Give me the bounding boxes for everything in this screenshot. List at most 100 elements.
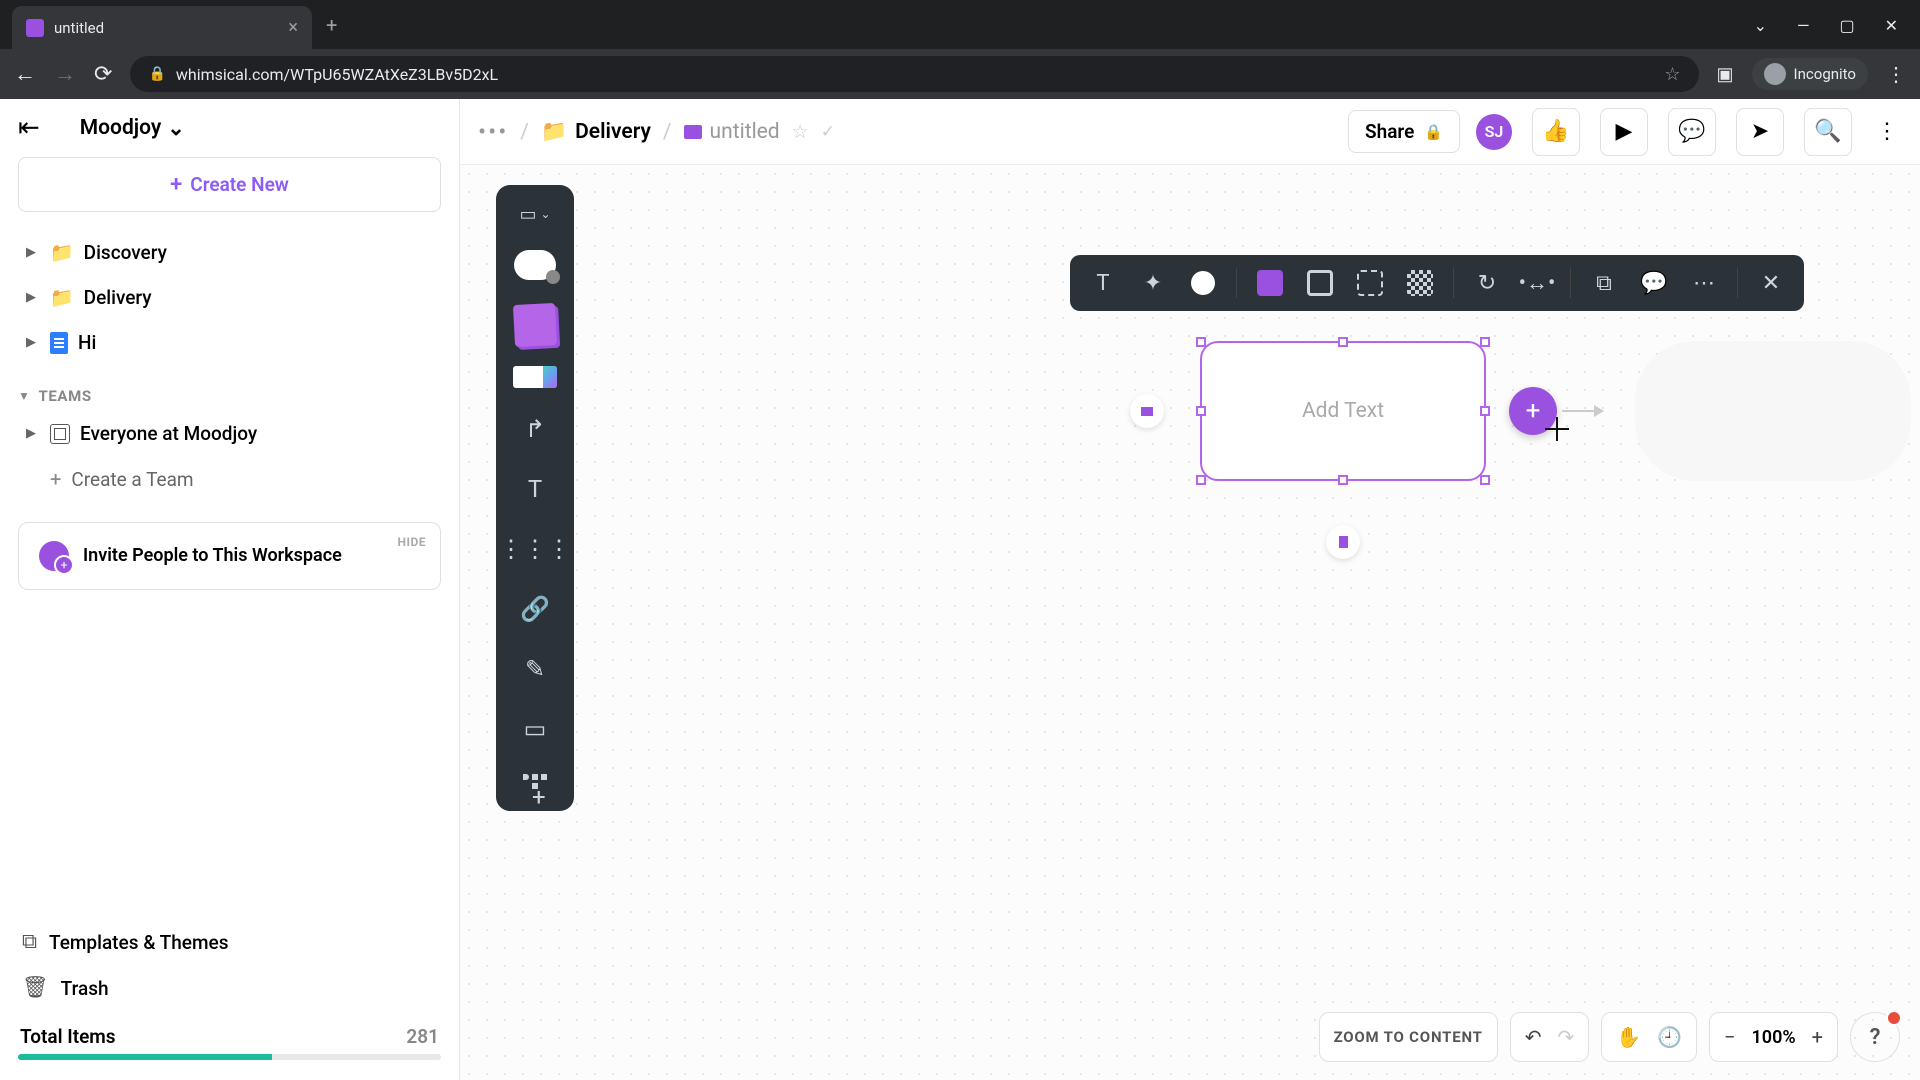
rotate-button[interactable]: ↻ [1466,262,1508,304]
duplicate-button[interactable]: ⧉ [1583,262,1625,304]
color-picker-button[interactable] [1182,262,1224,304]
sticky-note-tool[interactable] [507,297,563,353]
invite-text[interactable]: Invite People to This Workspace [83,544,342,568]
back-button[interactable]: ← [14,61,36,87]
close-toolbar-button[interactable]: ✕ [1750,262,1792,304]
collapse-sidebar-button[interactable]: ⇤ [18,113,40,143]
separator [1236,268,1237,298]
resize-handle-mr[interactable] [1480,406,1490,416]
fill-outline-button[interactable] [1299,262,1341,304]
board-icon [684,125,702,139]
chevron-right-icon[interactable]: ▶ [26,245,40,260]
connector-handle-left[interactable] [1130,394,1164,428]
pencil-tool[interactable]: ✎ [507,641,563,697]
comments-button[interactable]: 💬 [1668,108,1716,156]
chevron-right-icon[interactable]: ▶ [26,290,40,305]
history-button[interactable]: 🕘 [1657,1025,1682,1049]
redo-button[interactable]: ↷ [1557,1025,1574,1049]
favorite-button[interactable]: ☆ [792,120,809,143]
incognito-label: Incognito [1794,65,1856,83]
more-tools[interactable]: + [507,761,563,801]
fill-solid-button[interactable] [1249,262,1291,304]
new-tab-button[interactable]: + [326,13,337,37]
shape-tool[interactable] [507,237,563,293]
present-button[interactable]: ▶ [1600,108,1648,156]
url-bar[interactable]: 🔒 whimsical.com/WTpU65WZAtXeZ3LBv5D2xL ☆ [130,56,1698,92]
caret-down-icon[interactable]: ⌄ [1754,16,1767,35]
chevron-right-icon[interactable]: ▶ [26,335,40,350]
resize-handle-br[interactable] [1480,475,1490,485]
templates-link[interactable]: ⧉ Templates & Themes [18,919,441,965]
hide-invite-button[interactable]: HIDE [397,535,426,549]
forward-button[interactable]: → [54,61,76,87]
selected-shape[interactable]: Add Text + [1200,341,1486,481]
grid-tool[interactable]: ⋮⋮⋮ [507,521,563,577]
undo-button[interactable]: ↶ [1525,1025,1542,1049]
connector-tool[interactable]: ↱ [507,401,563,457]
resize-handle-bm[interactable] [1338,475,1348,485]
close-tab-icon[interactable]: × [288,17,298,38]
create-team-button[interactable]: + Create a Team [18,456,441,502]
app-menu-button[interactable]: ⋮ [1872,108,1902,156]
frame-tool[interactable]: ▭ [507,701,563,757]
zoom-in-button[interactable]: + [1812,1025,1823,1049]
incognito-badge[interactable]: Incognito [1752,58,1868,90]
breadcrumb-folder[interactable]: 📁 Delivery [541,120,651,144]
extensions-icon[interactable]: ▣ [1717,64,1734,85]
workspace-switcher[interactable]: Moodjoy ⌄ [80,116,185,141]
share-button[interactable]: Share 🔒 [1348,110,1460,153]
align-button[interactable]: •↔• [1516,262,1558,304]
sidebar-item-hi[interactable]: ▶ Hi [18,320,441,365]
team-everyone[interactable]: ▶ Everyone at Moodjoy [18,411,441,456]
zoom-level[interactable]: 100% [1752,1027,1796,1048]
more-options-button[interactable]: ⋯ [1683,262,1725,304]
text-tool[interactable]: T [507,461,563,517]
browser-tab[interactable]: untitled × [12,6,312,49]
chevron-right-icon[interactable]: ▶ [26,426,40,441]
resize-handle-tl[interactable] [1196,337,1206,347]
connector-handle-bottom[interactable] [1326,525,1360,559]
tab-title: untitled [54,19,278,37]
shape-picker-button[interactable]: ✦ [1132,262,1174,304]
add-connected-shape-button[interactable]: + [1509,387,1557,435]
bookmark-icon[interactable]: ☆ [1664,64,1680,85]
maximize-icon[interactable]: ▢ [1839,16,1854,35]
browser-menu-button[interactable]: ⋮ [1886,62,1906,86]
canvas[interactable]: ▭ ⌄ ↱ T ⋮⋮⋮ 🔗 ✎ ▭ + T ✦ [460,165,1920,1080]
text-style-button[interactable]: T [1082,262,1124,304]
breadcrumb-more-button[interactable]: ••• [478,118,508,146]
resize-handle-tm[interactable] [1338,337,1348,347]
thumbs-up-button[interactable]: 👍 [1532,108,1580,156]
invite-people-icon [39,541,69,571]
sync-status-icon[interactable]: ✓ [821,122,835,142]
separator [1453,268,1454,298]
send-button[interactable]: ➤ [1736,108,1784,156]
board-type-selector[interactable]: ▭ ⌄ [507,195,563,233]
zoom-out-button[interactable]: − [1724,1025,1735,1049]
trash-link[interactable]: 🗑 Trash [18,965,441,1011]
sidebar-item-discovery[interactable]: ▶ 📁 Discovery [18,230,441,275]
shape-placeholder-text[interactable]: Add Text [1302,399,1384,423]
link-tool[interactable]: 🔗 [507,581,563,637]
resize-handle-tr[interactable] [1480,337,1490,347]
sidebar-item-delivery[interactable]: ▶ 📁 Delivery [18,275,441,320]
minimize-icon[interactable]: — [1797,16,1810,35]
comment-button[interactable]: 💬 [1633,262,1675,304]
chevron-down-icon[interactable]: ▼ [18,389,30,403]
breadcrumb-doc[interactable]: untitled [684,120,780,144]
reload-button[interactable]: ⟳ [94,62,112,87]
fill-pattern-button[interactable] [1399,262,1441,304]
team-icon [50,424,70,444]
zoom-to-content-button[interactable]: ZOOM TO CONTENT [1319,1012,1498,1062]
close-window-icon[interactable]: ✕ [1885,16,1898,35]
resize-handle-bl[interactable] [1196,475,1206,485]
search-button[interactable]: 🔍 [1804,108,1852,156]
help-button[interactable]: ? [1850,1012,1900,1062]
avatar[interactable]: SJ [1476,114,1512,150]
trash-label: Trash [61,977,109,1000]
pan-button[interactable]: ✋ [1616,1025,1641,1049]
resize-handle-ml[interactable] [1196,406,1206,416]
fill-dashed-button[interactable] [1349,262,1391,304]
template-tool[interactable] [507,357,563,397]
create-new-button[interactable]: + Create New [18,157,441,212]
